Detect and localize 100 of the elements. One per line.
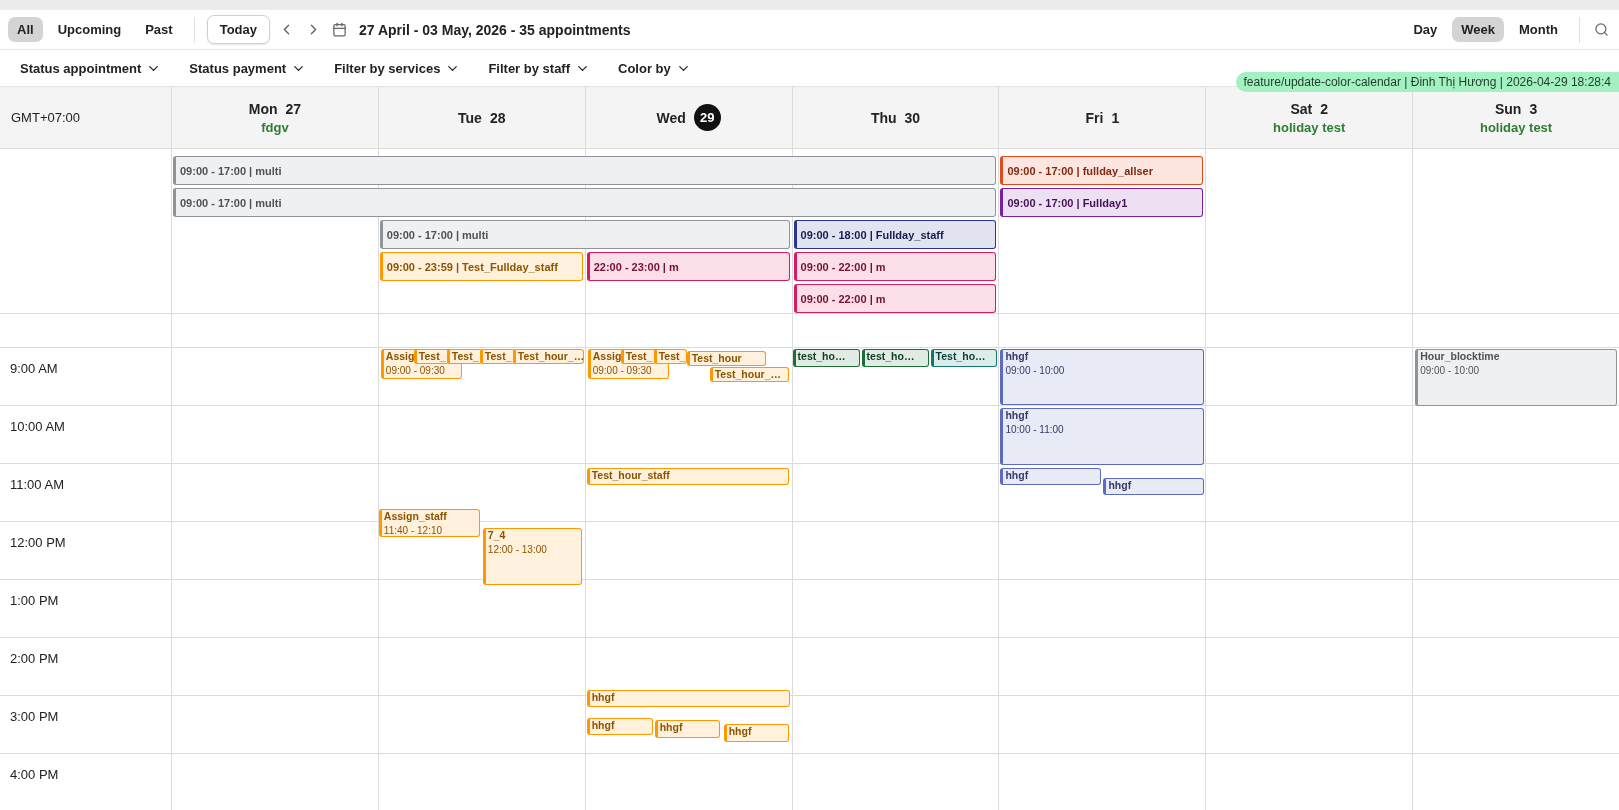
event-time: 09:00 - 09:30	[385, 365, 445, 377]
all-day-event[interactable]: 09:00 - 17:00 | Fullday1	[1000, 188, 1204, 217]
day-name: Sun	[1494, 100, 1522, 117]
view-tab[interactable]: Week	[1452, 17, 1504, 42]
day-name: Thu	[870, 109, 897, 126]
event-title: Assign_staff	[383, 510, 447, 523]
appointment-event[interactable]: Test_ho…	[930, 349, 997, 367]
hour-label: 12:00 PM	[10, 535, 66, 550]
event-title: hhgf	[659, 721, 683, 734]
appointment-event[interactable]: Test_hour_staff	[586, 468, 789, 485]
holiday-label: holiday test	[1273, 119, 1346, 135]
appointment-event[interactable]: Assign_staff 11:40 - 12:10	[378, 509, 480, 537]
event-title: hhgf	[591, 719, 615, 732]
event-time: 12:00 - 13:00	[487, 544, 547, 556]
all-day-event[interactable]: 09:00 - 18:00 | Fullday_staff	[793, 220, 997, 249]
event-title: Test_	[625, 350, 653, 363]
event-title: hhgf	[1005, 350, 1029, 363]
day-name: Wed	[656, 109, 686, 126]
appointment-event[interactable]: hhgf	[1103, 478, 1205, 495]
today-button[interactable]: Today	[206, 15, 270, 44]
scope-tab[interactable]: All	[8, 17, 43, 42]
filter-dropdown[interactable]: Status payment	[189, 60, 307, 76]
day-name: Sat	[1290, 100, 1313, 117]
appointment-event[interactable]: Test_	[446, 349, 482, 364]
view-tab[interactable]: Day	[1404, 17, 1447, 42]
appointment-event[interactable]: Test_	[653, 349, 687, 364]
appointment-event[interactable]: hhgf 10:00 - 11:00	[1000, 408, 1205, 465]
filter-dropdown[interactable]: Color by	[618, 60, 691, 76]
appointment-event[interactable]: Test_hour_…	[512, 349, 584, 364]
day-date: 3	[1529, 100, 1538, 117]
appointment-event[interactable]: Test_	[413, 349, 449, 364]
all-day-event[interactable]: 09:00 - 17:00 | multi	[173, 188, 997, 217]
appointment-event[interactable]: hhgf	[1000, 468, 1102, 485]
appointment-event[interactable]: hhgf	[654, 720, 720, 738]
event-title: Assig	[592, 350, 622, 363]
timezone-label: GMT+07:00	[0, 87, 171, 149]
event-title: hhgf	[1108, 479, 1132, 492]
hour-label: 11:00 AM	[10, 477, 64, 492]
all-day-event[interactable]: 22:00 - 23:00 | m	[586, 252, 790, 281]
branch-badge: feature/update-color-calendar | Đinh Thị Hương | 2026-04-29 18:28:4	[1235, 72, 1619, 92]
filter-dropdown[interactable]: Filter by staff	[488, 60, 590, 76]
event-title: Assig	[385, 350, 415, 363]
appointment-event[interactable]: hhgf 09:00 - 10:00	[1000, 349, 1205, 405]
search-icon[interactable]	[1592, 20, 1611, 39]
appointment-event[interactable]: hhgf	[586, 718, 653, 735]
event-title: Test_hour	[691, 352, 742, 365]
event-time: 10:00 - 11:00	[1005, 424, 1064, 436]
event-time: 11:40 - 12:10	[383, 525, 443, 536]
holiday-label: holiday test	[1479, 119, 1553, 135]
all-day-event[interactable]: 09:00 - 17:00 | multi	[379, 220, 790, 249]
appointment-event[interactable]: test_ho…	[792, 349, 860, 367]
event-title: test_ho…	[866, 350, 915, 363]
all-day-event[interactable]: 09:00 - 17:00 | fullday_allser	[1000, 156, 1204, 185]
event-title: Test_	[484, 350, 512, 363]
day-date: 2	[1320, 100, 1328, 117]
appointment-event[interactable]: 7_4 12:00 - 13:00	[482, 528, 582, 585]
event-title: test_ho…	[797, 350, 846, 363]
hour-label: 2:00 PM	[10, 651, 59, 666]
appointment-event[interactable]: Test_hour_…	[709, 367, 789, 382]
holiday-label: fdgv	[261, 119, 289, 135]
appointment-event[interactable]: Test_	[620, 349, 656, 364]
all-day-event[interactable]: 09:00 - 17:00 | multi	[173, 156, 997, 185]
date-range: 27 April - 03 May, 2026 - 35 appointments	[359, 21, 631, 38]
appointment-event[interactable]: Hour_blocktime 09:00 - 10:00	[1415, 349, 1618, 406]
calendar-icon[interactable]	[330, 20, 349, 39]
scope-tab[interactable]: Upcoming	[48, 17, 131, 42]
today-date: 29	[693, 104, 721, 131]
appointment-event[interactable]: hhgf	[586, 690, 790, 707]
day-date: 28	[489, 109, 506, 126]
event-title: Test_hour_staff	[591, 469, 670, 482]
day-date: 30	[904, 109, 921, 126]
event-title: Test_hour_…	[517, 350, 583, 363]
day-name: Tue	[458, 109, 482, 126]
appointment-event[interactable]: test_ho…	[861, 349, 929, 367]
event-time: 09:00 - 10:00	[1420, 365, 1480, 377]
event-title: hhgf	[728, 725, 752, 738]
event-title: 7_4	[487, 529, 506, 542]
event-time: 09:00 - 09:30	[592, 365, 652, 377]
event-title: hhgf	[1005, 469, 1029, 482]
filter-dropdown[interactable]: Status appointment	[20, 60, 162, 76]
scope-tab[interactable]: Past	[136, 17, 182, 42]
event-title: hhgf	[591, 691, 615, 704]
appointment-event[interactable]: Test_hour	[686, 351, 766, 366]
hour-label: 4:00 PM	[10, 767, 59, 782]
event-title: Test_ho…	[935, 350, 986, 363]
event-title: Test_	[418, 350, 446, 363]
all-day-event[interactable]: 09:00 - 22:00 | m	[793, 284, 997, 313]
all-day-event[interactable]: 09:00 - 22:00 | m	[793, 252, 997, 281]
appointment-event[interactable]: hhgf	[723, 724, 789, 742]
view-tab[interactable]: Month	[1510, 17, 1567, 42]
hour-label: 3:00 PM	[10, 709, 59, 724]
hour-label: 9:00 AM	[10, 361, 58, 376]
event-title: hhgf	[1005, 409, 1029, 422]
all-day-event[interactable]: 09:00 - 23:59 | Test_Fullday_staff	[379, 252, 583, 281]
filter-dropdown[interactable]: Filter by services	[334, 60, 461, 76]
day-name: Mon	[248, 100, 278, 117]
day-name: Fri	[1085, 109, 1104, 126]
appointment-event[interactable]: Test_	[479, 349, 515, 364]
hour-label: 10:00 AM	[10, 419, 65, 434]
day-date: 1	[1111, 109, 1120, 126]
